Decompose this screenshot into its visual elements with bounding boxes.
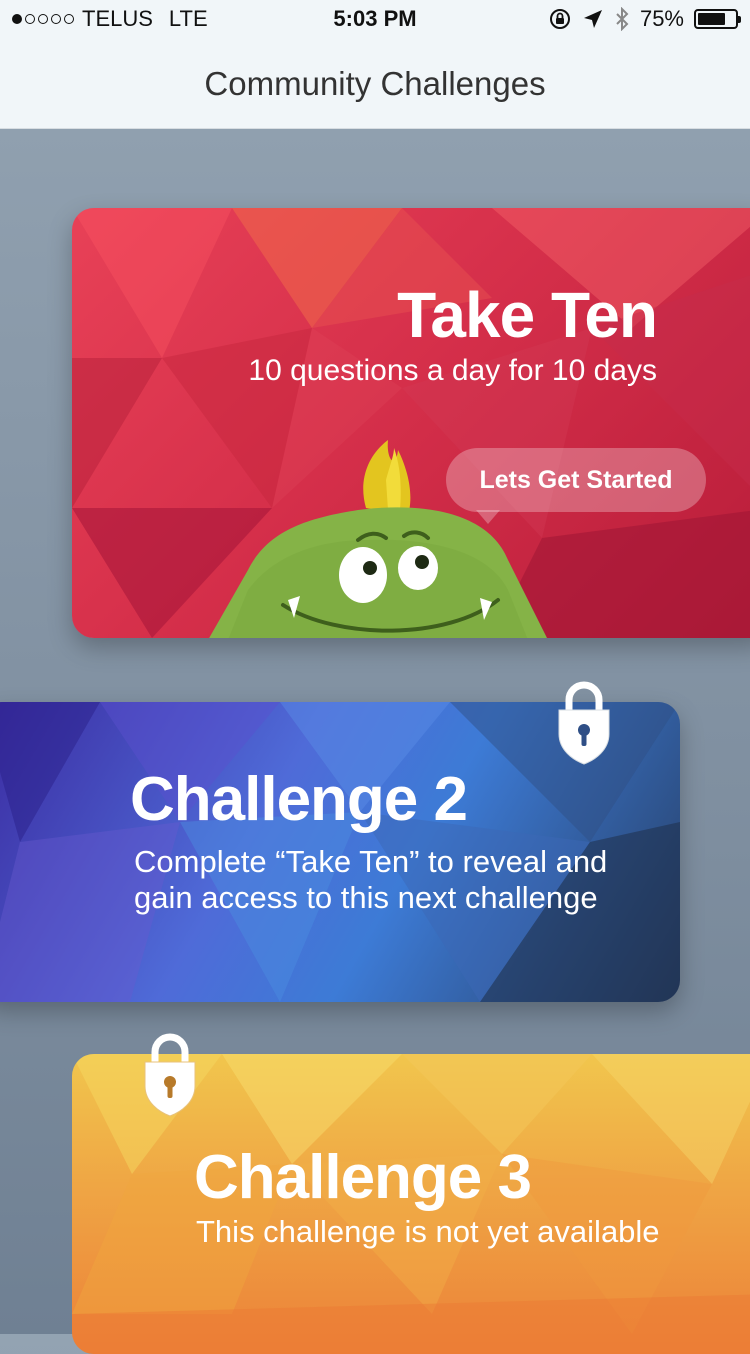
orientation-lock-icon [549,9,570,29]
battery-percent: 75% [639,6,684,31]
challenge-card-take-ten[interactable]: Take Ten 10 questions a day for 10 days … [72,208,750,638]
card-title: Challenge 3 [194,1143,532,1212]
lock-icon [558,681,610,765]
lock-icon [144,1033,196,1117]
green-monster-mascot [209,440,547,638]
card-title: Take Ten [397,279,658,351]
page-title: Community Challenges [204,65,546,102]
location-arrow-icon [583,10,602,28]
status-right: 75% [548,6,741,32]
card-description: Complete “Take Ten” to reveal and gain a… [134,844,608,915]
card-subtitle: 10 questions a day for 10 days [248,354,657,387]
battery-fill [698,13,725,25]
battery-icon [694,9,741,29]
nav-bar: Community Challenges [0,40,750,129]
bluetooth-icon [616,7,629,31]
status-bar: TELUS LTE 5:03 PM 75% [0,0,750,40]
card-description: This challenge is not yet available [196,1214,660,1249]
card-title: Challenge 2 [130,765,468,834]
